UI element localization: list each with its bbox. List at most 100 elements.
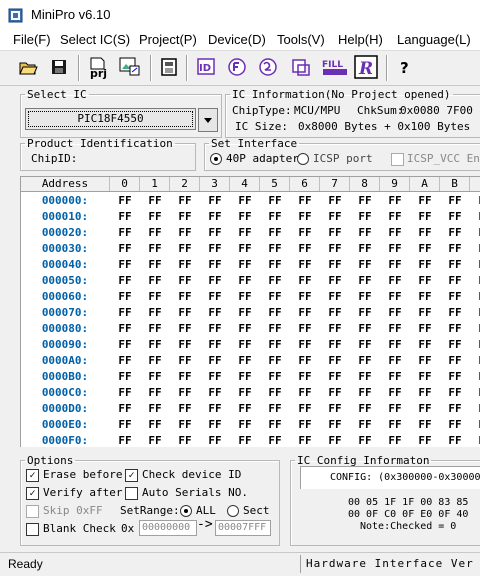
hex-cell[interactable]: FF — [260, 321, 290, 337]
hex-cell[interactable]: FF — [410, 209, 440, 225]
hex-cell[interactable]: FF — [410, 385, 440, 401]
hex-cell[interactable]: FF — [230, 369, 260, 385]
hex-cell[interactable]: FF — [410, 337, 440, 353]
hex-cell[interactable]: FF — [440, 353, 470, 369]
hex-cell[interactable]: FF — [410, 257, 440, 273]
hex-cell[interactable]: FF — [440, 209, 470, 225]
hex-cell[interactable]: FF — [440, 257, 470, 273]
hex-cell[interactable]: FF — [380, 241, 410, 257]
hex-cell[interactable]: FF — [320, 305, 350, 321]
hex-cell[interactable]: FF — [380, 273, 410, 289]
hex-cell[interactable]: FF — [380, 369, 410, 385]
hex-cell[interactable]: FF — [320, 193, 350, 209]
hex-cell[interactable]: FF — [320, 337, 350, 353]
adapter-40p-radio[interactable] — [210, 153, 222, 165]
hex-cell[interactable]: FF — [350, 305, 380, 321]
hex-cell[interactable]: FF — [200, 273, 230, 289]
hex-cell[interactable]: FF — [170, 401, 200, 417]
hex-cell[interactable]: FF — [350, 321, 380, 337]
hex-cell[interactable]: FF — [410, 225, 440, 241]
hex-cell[interactable]: FF — [110, 257, 140, 273]
hex-cell[interactable]: FF — [470, 337, 480, 353]
hex-cell[interactable]: FF — [380, 417, 410, 433]
hex-cell[interactable]: FF — [290, 289, 320, 305]
hex-cell[interactable]: FF — [380, 353, 410, 369]
hex-cell[interactable]: FF — [410, 273, 440, 289]
hex-cell[interactable]: FF — [350, 257, 380, 273]
hex-cell[interactable]: FF — [170, 209, 200, 225]
hex-cell[interactable]: FF — [200, 289, 230, 305]
hex-cell[interactable]: FF — [470, 305, 480, 321]
icsp-port-radio[interactable] — [297, 153, 309, 165]
verify-icon[interactable]: R — [353, 54, 379, 80]
hex-cell[interactable]: FF — [410, 417, 440, 433]
hex-cell[interactable]: FF — [200, 353, 230, 369]
hex-cell[interactable]: FF — [320, 417, 350, 433]
hex-cell[interactable]: FF — [260, 193, 290, 209]
hex-cell[interactable]: FF — [440, 401, 470, 417]
hex-cell[interactable]: FF — [290, 273, 320, 289]
hex-cell[interactable]: FF — [440, 337, 470, 353]
range-sect-radio[interactable] — [227, 505, 239, 517]
hex-cell[interactable]: FF — [200, 193, 230, 209]
hex-cell[interactable]: FF — [170, 225, 200, 241]
hex-cell[interactable]: FF — [440, 305, 470, 321]
hex-cell[interactable]: FF — [260, 305, 290, 321]
hex-cell[interactable]: FF — [230, 193, 260, 209]
ic-select-box[interactable]: PIC18F4550 — [25, 108, 196, 130]
hex-cell[interactable]: FF — [140, 241, 170, 257]
menu-project[interactable]: Project(P) — [139, 32, 197, 47]
hex-cell[interactable]: FF — [230, 433, 260, 447]
hex-cell[interactable]: FF — [320, 273, 350, 289]
hex-cell[interactable]: FF — [410, 369, 440, 385]
save-disk-icon[interactable] — [46, 54, 72, 80]
hex-cell[interactable]: FF — [170, 321, 200, 337]
hex-cell[interactable]: FF — [230, 353, 260, 369]
hex-cell[interactable]: FF — [140, 257, 170, 273]
hex-cell[interactable]: FF — [320, 241, 350, 257]
hex-cell[interactable]: FF — [110, 241, 140, 257]
hex-cell[interactable]: FF — [350, 289, 380, 305]
hex-cell[interactable]: FF — [140, 209, 170, 225]
hex-cell[interactable]: FF — [260, 209, 290, 225]
hex-cell[interactable]: FF — [380, 433, 410, 447]
hex-cell[interactable]: FF — [320, 289, 350, 305]
hex-cell[interactable]: FF — [110, 193, 140, 209]
hex-cell[interactable]: FF — [440, 193, 470, 209]
hex-cell[interactable]: FF — [170, 385, 200, 401]
hex-cell[interactable]: FF — [140, 289, 170, 305]
hex-cell[interactable]: FF — [470, 433, 480, 447]
hex-cell[interactable]: FF — [350, 369, 380, 385]
hex-cell[interactable]: FF — [410, 241, 440, 257]
hex-cell[interactable]: FF — [200, 385, 230, 401]
help-icon[interactable]: ? — [392, 54, 418, 80]
hex-cell[interactable]: FF — [260, 225, 290, 241]
hex-cell[interactable]: FF — [470, 225, 480, 241]
hex-cell[interactable]: FF — [260, 433, 290, 447]
hex-cell[interactable]: FF — [350, 401, 380, 417]
hex-cell[interactable]: FF — [380, 385, 410, 401]
hex-cell[interactable]: FF — [200, 369, 230, 385]
hex-cell[interactable]: FF — [200, 225, 230, 241]
hex-cell[interactable]: FF — [470, 289, 480, 305]
hex-cell[interactable]: FF — [110, 225, 140, 241]
hex-cell[interactable]: FF — [260, 337, 290, 353]
hex-cell[interactable]: FF — [170, 193, 200, 209]
read-icon[interactable] — [225, 54, 251, 80]
hex-cell[interactable]: FF — [140, 305, 170, 321]
hex-cell[interactable]: FF — [350, 417, 380, 433]
hex-cell[interactable]: FF — [200, 417, 230, 433]
hex-cell[interactable]: FF — [110, 337, 140, 353]
hex-cell[interactable]: FF — [170, 353, 200, 369]
hex-cell[interactable]: FF — [380, 401, 410, 417]
hex-cell[interactable]: FF — [410, 289, 440, 305]
hex-cell[interactable]: FF — [290, 401, 320, 417]
chip-save-icon[interactable] — [156, 54, 182, 80]
program-icon[interactable] — [288, 54, 314, 80]
hex-cell[interactable]: FF — [440, 225, 470, 241]
blank-check-checkbox[interactable] — [26, 523, 39, 536]
hex-cell[interactable]: FF — [110, 305, 140, 321]
hex-cell[interactable]: FF — [140, 225, 170, 241]
hex-cell[interactable]: FF — [200, 257, 230, 273]
hex-cell[interactable]: FF — [350, 241, 380, 257]
